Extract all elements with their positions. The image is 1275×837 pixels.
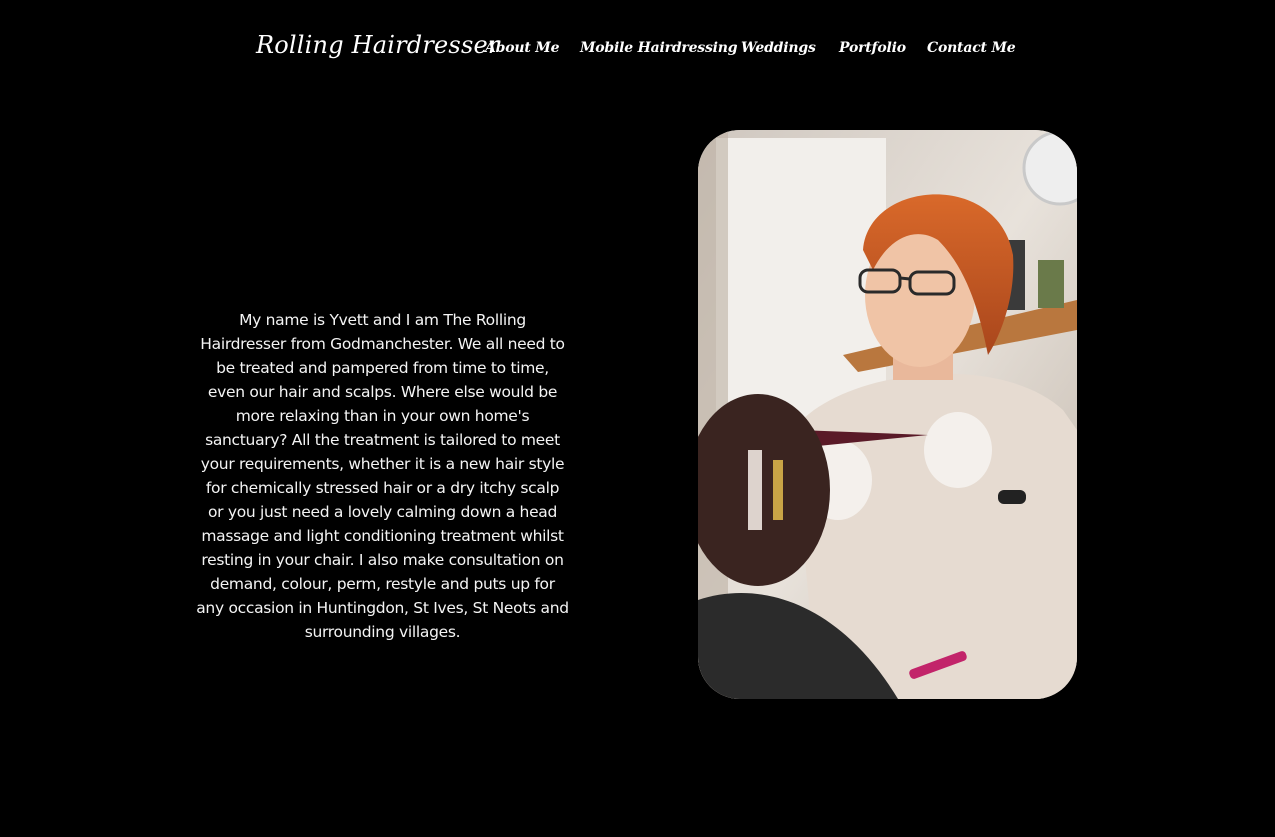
nav-contact-me[interactable]: Contact Me <box>927 40 1016 56</box>
nav-about-me[interactable]: About Me <box>485 40 560 56</box>
intro-paragraph: My name is Yvett and I am The Rolling Ha… <box>196 310 569 641</box>
site-header: Rolling Hairdresser About Me Mobile Hair… <box>0 0 1275 100</box>
hairdresser-photo <box>698 130 1077 699</box>
nav-mobile-hairdressing[interactable]: Mobile Hairdressing <box>580 40 738 56</box>
site-logo[interactable]: Rolling Hairdresser <box>256 31 500 59</box>
nav-portfolio[interactable]: Portfolio <box>839 40 906 56</box>
nav-weddings[interactable]: Weddings <box>741 40 816 56</box>
